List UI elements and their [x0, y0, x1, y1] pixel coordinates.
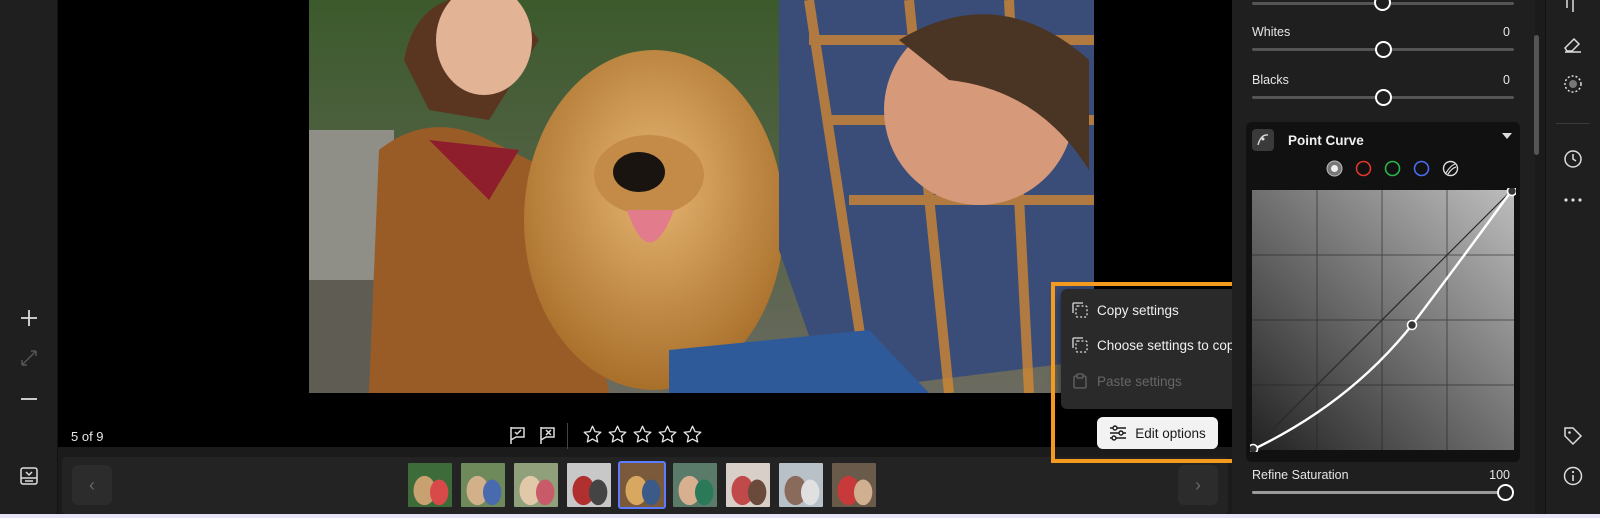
main-photo[interactable] [309, 0, 1094, 393]
star-icon[interactable] [607, 424, 628, 445]
flag-controls [508, 425, 558, 445]
filmstrip-icon [20, 467, 38, 485]
more-options-icon[interactable] [1561, 188, 1585, 212]
blue-channel-icon[interactable] [1413, 160, 1430, 177]
chevron-right-icon: › [1195, 474, 1201, 495]
slider-value[interactable]: 0 [1503, 25, 1510, 39]
app-window: 5 of 9 ‹ › Copy settings Choose settings… [0, 0, 1600, 518]
zoom-out-button[interactable] [14, 384, 44, 414]
slider-value[interactable]: 0 [1503, 73, 1510, 87]
previous-photo-button[interactable]: ‹ [72, 465, 112, 505]
star-rating[interactable] [582, 424, 703, 445]
filmstrip-thumbnail[interactable] [406, 461, 454, 509]
expand-icon [21, 350, 37, 366]
left-tool-rail [0, 0, 58, 514]
point-curve-section: Point Curve [1246, 122, 1520, 462]
eraser-icon[interactable] [1561, 32, 1585, 56]
toolbar-divider [567, 423, 568, 449]
slider-knob[interactable] [1374, 0, 1391, 11]
star-icon[interactable] [657, 424, 678, 445]
chevron-left-icon: ‹ [89, 474, 95, 495]
filmstrip-toggle-button[interactable] [14, 461, 44, 491]
filmstrip: ‹ › [62, 457, 1228, 514]
slider-label: Refine Saturation [1252, 468, 1349, 482]
curve-tool-icon[interactable] [1252, 129, 1274, 151]
slider-knob[interactable] [1374, 41, 1392, 58]
masking-icon[interactable] [1561, 72, 1585, 96]
slider-refine-saturation[interactable]: Refine Saturation 100 [1252, 468, 1514, 501]
slider-label: Blacks [1252, 73, 1289, 87]
collapse-caret-icon[interactable] [1502, 133, 1512, 139]
filmstrip-thumbnail[interactable] [671, 461, 719, 509]
reject-flag-icon[interactable] [538, 425, 558, 445]
slider-partial [1252, 0, 1514, 17]
slider-knob[interactable] [1374, 89, 1392, 106]
thumbnail-list [406, 461, 878, 509]
panel-scrollbar[interactable] [1534, 35, 1539, 155]
plus-icon [21, 310, 37, 326]
slider-knob[interactable] [1497, 484, 1514, 501]
filmstrip-thumbnail[interactable] [830, 461, 878, 509]
minus-icon [21, 398, 37, 400]
zoom-in-button[interactable] [14, 303, 44, 333]
filmstrip-thumbnail[interactable] [565, 461, 613, 509]
green-channel-icon[interactable] [1384, 160, 1401, 177]
filmstrip-thumbnail[interactable] [459, 461, 507, 509]
tag-icon[interactable] [1561, 424, 1585, 448]
slider-label: Whites [1252, 25, 1291, 39]
slider-whites[interactable]: Whites 0 [1252, 25, 1514, 58]
filmstrip-thumbnail[interactable] [777, 461, 825, 509]
filmstrip-thumbnail[interactable] [724, 461, 772, 509]
star-icon[interactable] [682, 424, 703, 445]
bottom-edge [0, 514, 1600, 518]
curve-channel-selector [1326, 160, 1459, 177]
right-tool-rail [1545, 0, 1600, 514]
point-curve-title: Point Curve [1288, 132, 1364, 148]
slider-blacks[interactable]: Blacks 0 [1252, 73, 1514, 106]
filmstrip-thumbnail[interactable] [512, 461, 560, 509]
star-icon[interactable] [582, 424, 603, 445]
slider-value[interactable]: 100 [1489, 468, 1510, 482]
edit-panel: Whites 0 Blacks 0 Point Curve Refine Sat… [1232, 0, 1535, 514]
red-channel-icon[interactable] [1355, 160, 1372, 177]
star-icon[interactable] [632, 424, 653, 445]
point-curve-header[interactable]: Point Curve [1252, 128, 1514, 152]
master-channel-icon[interactable] [1326, 160, 1343, 177]
info-icon[interactable] [1561, 464, 1585, 488]
point-curve-graph[interactable] [1250, 188, 1516, 452]
pick-flag-icon[interactable] [508, 425, 528, 445]
next-photo-button[interactable]: › [1178, 465, 1218, 505]
transform-icon[interactable] [1561, 0, 1585, 18]
photo-counter: 5 of 9 [71, 429, 104, 444]
fit-screen-button[interactable] [14, 343, 44, 373]
filmstrip-thumbnail[interactable] [618, 461, 666, 509]
history-icon[interactable] [1561, 147, 1585, 171]
luminance-channel-icon[interactable] [1442, 160, 1459, 177]
